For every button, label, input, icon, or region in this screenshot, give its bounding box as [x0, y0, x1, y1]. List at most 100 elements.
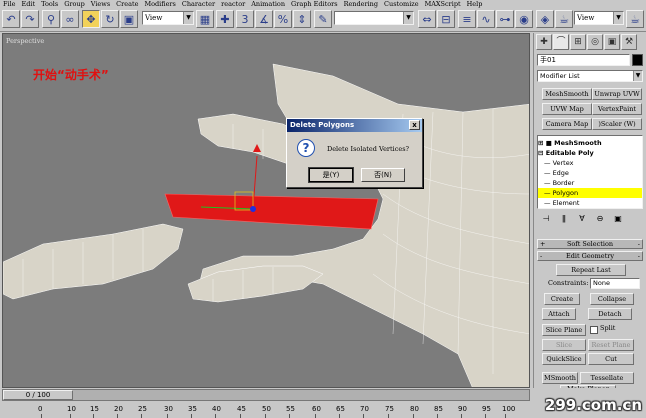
snap-icon[interactable]: 3	[236, 10, 254, 28]
align-icon[interactable]: ⊟	[437, 10, 455, 28]
menu-item-graph-editors[interactable]: Graph Editors	[291, 0, 338, 8]
frame-ruler[interactable]: 0 10 15 20 25 30 35 40 45 50 55 60 65 70 75 80 85 90 95 100	[2, 402, 530, 418]
frame-tick-label: 100	[502, 405, 516, 413]
time-slider-thumb[interactable]: 0 / 100	[3, 390, 73, 400]
camera-map-button[interactable]: Camera Map	[542, 118, 592, 130]
frame-tick	[240, 414, 241, 418]
display-tab-icon[interactable]: ▣	[604, 34, 620, 50]
menu-item-file[interactable]: File	[3, 0, 16, 8]
xform-scaler-button[interactable]: )Scaler (W)	[592, 118, 642, 130]
configure-sets-icon[interactable]: ▣	[612, 213, 624, 225]
move-icon[interactable]: ✥	[82, 10, 100, 28]
modifier-stack[interactable]: ⊞ ■ MeshSmooth ⊟ Editable Poly — Vertex …	[537, 135, 643, 209]
close-icon[interactable]: x	[409, 120, 420, 130]
soft-selection-rollout[interactable]: + Soft Selection -	[537, 239, 643, 249]
menu-item-rendering[interactable]: Rendering	[344, 0, 378, 8]
menu-item-create[interactable]: Create	[116, 0, 138, 8]
render-type-combo[interactable]: View ▼	[574, 11, 624, 25]
selected-polygon	[164, 193, 379, 230]
perspective-viewport[interactable]: Perspective 开始“动手术” Delete Polygons x ? …	[2, 33, 530, 388]
edit-named-selection-icon[interactable]: ✎	[314, 10, 332, 28]
cut-button[interactable]: Cut	[588, 353, 634, 365]
scale-icon[interactable]: ▣	[120, 10, 138, 28]
show-end-result-icon[interactable]: ǁ	[558, 213, 570, 225]
named-selection-combo[interactable]: ▼	[334, 11, 414, 25]
quickslice-button[interactable]: QuickSlice	[542, 353, 586, 365]
menu-item-reactor[interactable]: reactor	[221, 0, 245, 8]
menu-item-help[interactable]: Help	[467, 0, 483, 8]
redo-icon[interactable]: ↷	[21, 10, 39, 28]
curve-editor-icon[interactable]: ∿	[477, 10, 495, 28]
collapse-button[interactable]: Collapse	[590, 293, 634, 305]
edit-geometry-rollout[interactable]: - Edit Geometry -	[537, 251, 643, 261]
split-label: Split	[600, 324, 616, 332]
spinner-snap-icon[interactable]: ⇕	[293, 10, 311, 28]
stack-item-element[interactable]: — Element	[538, 198, 642, 208]
quick-render-icon[interactable]: ☕	[555, 10, 573, 28]
modifier-list-combo[interactable]: Modifier List ▼	[537, 70, 643, 82]
meshsmooth-button[interactable]: MeshSmooth	[542, 88, 592, 100]
menu-item-animation[interactable]: Animation	[251, 0, 285, 8]
menu-item-modifiers[interactable]: Modifiers	[144, 0, 175, 8]
utilities-tab-icon[interactable]: ⚒	[621, 34, 637, 50]
percent-snap-icon[interactable]: %	[274, 10, 292, 28]
object-color-swatch[interactable]	[632, 54, 643, 66]
menu-item-edit[interactable]: Edit	[22, 0, 36, 8]
stack-item-editable-poly[interactable]: ⊟ Editable Poly	[538, 148, 642, 158]
split-checkbox[interactable]	[590, 326, 598, 334]
vertexpaint-button[interactable]: VertexPaint	[592, 103, 642, 115]
create-button[interactable]: Create	[544, 293, 580, 305]
constraints-combo[interactable]: None	[590, 278, 640, 289]
frame-tick-label: 80	[410, 405, 419, 413]
motion-tab-icon[interactable]: ◎	[587, 34, 603, 50]
time-slider-track[interactable]: 0 / 100	[2, 389, 530, 401]
render-last-icon[interactable]: ☕	[626, 10, 644, 28]
menu-item-views[interactable]: Views	[91, 0, 110, 8]
rotate-icon[interactable]: ↻	[101, 10, 119, 28]
link-icon[interactable]: ⚲	[42, 10, 60, 28]
menu-item-group[interactable]: Group	[64, 0, 85, 8]
menu-item-customize[interactable]: Customize	[384, 0, 419, 8]
schematic-view-icon[interactable]: ⊶	[496, 10, 514, 28]
unlink-icon[interactable]: ∞	[61, 10, 79, 28]
stack-item-edge[interactable]: — Edge	[538, 168, 642, 178]
reset-plane-button[interactable]: Reset Plane	[588, 339, 634, 351]
tessellate-button[interactable]: Tessellate	[580, 372, 634, 384]
layer-icon[interactable]: ≡	[458, 10, 476, 28]
mirror-icon[interactable]: ⇔	[418, 10, 436, 28]
menu-item-maxscript[interactable]: MAXScript	[425, 0, 461, 8]
slice-plane-button[interactable]: Slice Plane	[542, 324, 586, 336]
msmooth-button[interactable]: MSmooth	[542, 372, 578, 384]
render-scene-icon[interactable]: ◈	[536, 10, 554, 28]
repeat-last-button[interactable]: Repeat Last	[556, 264, 626, 276]
frame-tick-label: 25	[138, 405, 147, 413]
select-manipulate-icon[interactable]: ✚	[216, 10, 234, 28]
undo-icon[interactable]: ↶	[2, 10, 20, 28]
reference-coord-combo[interactable]: View ▼	[142, 11, 194, 25]
angle-snap-icon[interactable]: ∡	[255, 10, 273, 28]
attach-button[interactable]: Attach	[542, 308, 576, 320]
create-tab-icon[interactable]: ✚	[536, 34, 552, 50]
menu-item-tools[interactable]: Tools	[41, 0, 58, 8]
menu-item-character[interactable]: Character	[182, 0, 215, 8]
object-name-field[interactable]: 手01	[537, 54, 630, 66]
detach-button[interactable]: Detach	[588, 308, 632, 320]
stack-item-meshsmooth[interactable]: ⊞ ■ MeshSmooth	[538, 138, 642, 148]
stack-item-vertex[interactable]: — Vertex	[538, 158, 642, 168]
hierarchy-tab-icon[interactable]: ⊞	[570, 34, 586, 50]
yes-button[interactable]: 是(Y)	[308, 167, 354, 183]
slice-button[interactable]: Slice	[542, 339, 586, 351]
material-editor-icon[interactable]: ◉	[515, 10, 533, 28]
unwrap-uvw-button[interactable]: Unwrap UVW	[592, 88, 642, 100]
remove-modifier-icon[interactable]: ⊖	[594, 213, 606, 225]
uvw-map-button[interactable]: UVW Map	[542, 103, 592, 115]
stack-item-border[interactable]: — Border	[538, 178, 642, 188]
make-unique-icon[interactable]: ∀	[576, 213, 588, 225]
stack-item-polygon[interactable]: — Polygon	[538, 188, 642, 198]
frame-tick	[191, 414, 192, 418]
pin-stack-icon[interactable]: ⊣	[540, 213, 552, 225]
pivot-icon[interactable]: ▦	[196, 10, 214, 28]
constraints-label: Constraints:	[548, 279, 589, 287]
no-button[interactable]: 否(N)	[361, 168, 405, 182]
modify-tab-icon[interactable]: ⌒	[553, 34, 569, 50]
